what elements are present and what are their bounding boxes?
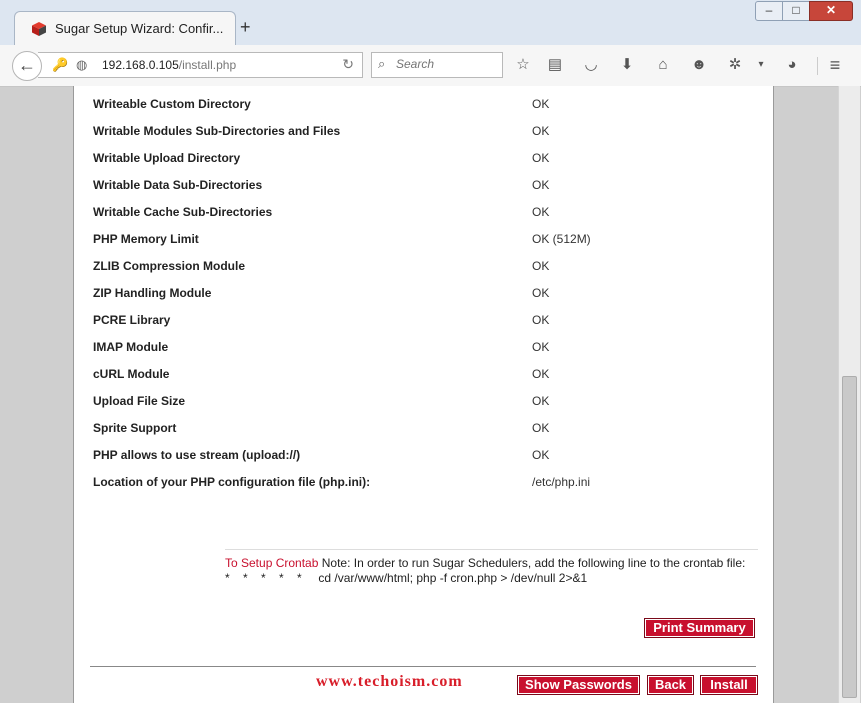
crontab-note: To Setup Crontab Note: In order to run S… (225, 549, 758, 586)
search-input[interactable] (394, 56, 498, 72)
check-value: OK (532, 286, 550, 300)
url-host: 192.168.0.105 (102, 58, 179, 72)
browser-tab[interactable]: Sugar Setup Wizard: Confir... (14, 11, 236, 46)
check-label: PCRE Library (93, 313, 171, 327)
check-row: IMAP Module OK (93, 337, 753, 357)
check-value: OK (512M) (532, 232, 591, 246)
watermark-text: www.techoism.com (316, 673, 463, 690)
scrollbar-thumb[interactable] (842, 376, 857, 698)
tab-title: Sugar Setup Wizard: Confir... (55, 21, 224, 36)
divider (90, 666, 756, 667)
key-icon: 🔑 (52, 57, 69, 72)
search-bar[interactable]: ⌕ (371, 52, 503, 78)
check-value: OK (532, 178, 550, 192)
url-text: 192.168.0.105/install.php (102, 58, 236, 72)
close-icon: ✕ (825, 3, 837, 17)
check-row: cURL Module OK (93, 364, 753, 384)
close-button[interactable]: ✕ (809, 1, 853, 21)
maximize-button[interactable]: □ (782, 1, 810, 21)
check-label: Upload File Size (93, 394, 186, 408)
new-tab-button[interactable]: + (240, 18, 251, 36)
check-value: OK (532, 97, 550, 111)
reading-list-icon[interactable]: ▤ (545, 55, 565, 75)
check-row: ZIP Handling Module OK (93, 283, 753, 303)
back-arrow-icon: ← (18, 55, 36, 75)
check-label: Writable Cache Sub-Directories (93, 205, 273, 219)
dropdown-icon[interactable]: ▾ (751, 55, 771, 75)
setup-crontab-link[interactable]: To Setup Crontab (225, 556, 318, 570)
globe-icon: ◍ (76, 57, 88, 72)
maximize-icon: □ (792, 3, 800, 17)
check-label: Sprite Support (93, 421, 177, 435)
toolbar-separator (817, 57, 818, 75)
check-value: OK (532, 340, 550, 354)
extension2-icon[interactable]: ◕ (782, 55, 802, 75)
check-label: PHP allows to use stream (upload://) (93, 448, 301, 462)
check-row: PCRE Library OK (93, 310, 753, 330)
check-value: OK (532, 313, 550, 327)
check-value: /etc/php.ini (532, 475, 591, 489)
check-row: PHP Memory Limit OK (512M) (93, 229, 753, 249)
title-bar: Sugar Setup Wizard: Confir... + – □ ✕ (0, 0, 861, 46)
menu-icon[interactable]: ≡ (825, 55, 845, 75)
minimize-button[interactable]: – (755, 1, 783, 21)
check-row: Writable Upload Directory OK (93, 148, 753, 168)
check-value: OK (532, 394, 550, 408)
pocket-icon[interactable]: ◡ (581, 55, 601, 75)
install-button[interactable]: Install (700, 675, 758, 695)
check-label: IMAP Module (93, 340, 169, 354)
bookmark-star-icon[interactable]: ☆ (513, 55, 533, 75)
check-label: ZIP Handling Module (93, 286, 212, 300)
reload-icon[interactable]: ↻ (342, 56, 354, 73)
minimize-icon: – (765, 3, 773, 17)
url-bar[interactable]: 🔑 ◍ 192.168.0.105/install.php ↻ (38, 52, 363, 78)
sugarcrm-cube-icon (32, 22, 46, 36)
check-row: Writeable Custom Directory OK (93, 94, 753, 114)
vertical-scrollbar[interactable] (838, 86, 860, 703)
check-row: PHP allows to use stream (upload://) OK (93, 445, 753, 465)
back-button[interactable]: ← (12, 51, 42, 81)
crontab-note-text: Note: In order to run Sugar Schedulers, … (318, 556, 746, 570)
check-row: ZLIB Compression Module OK (93, 256, 753, 276)
url-path: /install.php (178, 58, 237, 72)
check-label: Writable Data Sub-Directories (93, 178, 263, 192)
check-value: OK (532, 259, 550, 273)
check-label: ZLIB Compression Module (93, 259, 246, 273)
download-icon[interactable]: ⬇ (617, 55, 637, 75)
check-label: Writable Upload Directory (93, 151, 241, 165)
check-value: OK (532, 448, 550, 462)
check-label: PHP Memory Limit (93, 232, 199, 246)
check-row: Writable Cache Sub-Directories OK (93, 202, 753, 222)
check-row: Writable Modules Sub-Directories and Fil… (93, 121, 753, 141)
print-summary-button[interactable]: Print Summary (644, 618, 755, 638)
search-icon: ⌕ (378, 56, 386, 71)
show-passwords-button[interactable]: Show Passwords (517, 675, 640, 695)
check-value: OK (532, 367, 550, 381)
chat-icon[interactable]: ☻ (689, 55, 709, 75)
check-row: Location of your PHP configuration file … (93, 472, 753, 492)
check-row: Upload File Size OK (93, 391, 753, 411)
check-label: cURL Module (93, 367, 170, 381)
check-label: Writable Modules Sub-Directories and Fil… (93, 124, 341, 138)
page-content: Writeable Custom Directory OK Writable Mod… (73, 86, 774, 703)
home-icon[interactable]: ⌂ (653, 55, 673, 75)
check-value: OK (532, 205, 550, 219)
extension-icon[interactable]: ✲ (725, 55, 745, 75)
crontab-line: * * * * * cd /var/www/html; php -f cron.… (225, 571, 588, 585)
check-value: OK (532, 421, 550, 435)
check-row: Writable Data Sub-Directories OK (93, 175, 753, 195)
check-row: Sprite Support OK (93, 418, 753, 438)
check-label: Location of your PHP configuration file … (93, 475, 371, 489)
back-wizard-button[interactable]: Back (647, 675, 694, 695)
check-value: OK (532, 151, 550, 165)
navigation-bar: 🔑 ◍ 192.168.0.105/install.php ↻ ← ⌕ ☆ ▤ … (0, 45, 861, 87)
check-value: OK (532, 124, 550, 138)
check-label: Writeable Custom Directory (93, 97, 251, 111)
